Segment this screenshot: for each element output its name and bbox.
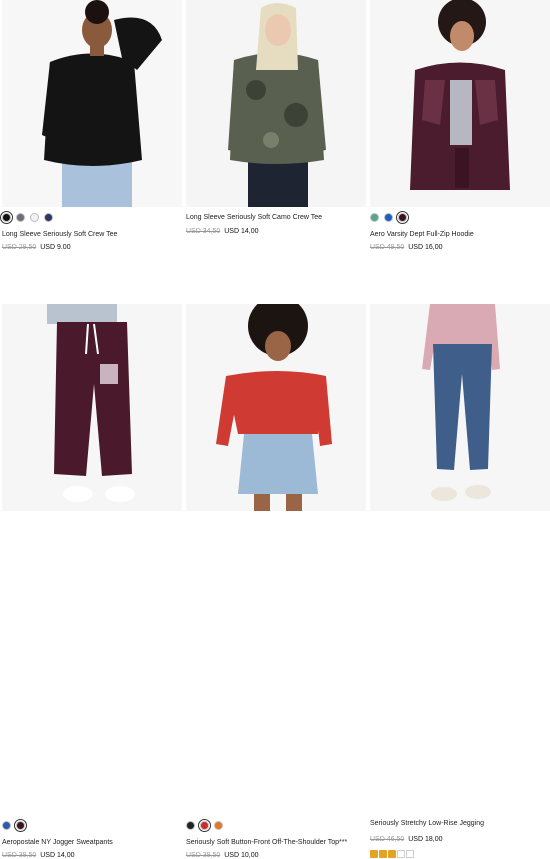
product-price: USD 39,50 USD 14,00 — [2, 852, 75, 859]
original-price: USD 46,50 — [370, 836, 405, 843]
product-image[interactable] — [370, 304, 550, 511]
product-price: USD 29,50 USD 9.00 — [2, 244, 71, 251]
product-price: USD 49,50 USD 16,00 — [370, 244, 443, 251]
star-filled-icon — [388, 850, 396, 858]
color-swatch[interactable] — [384, 213, 393, 222]
product-image[interactable] — [2, 304, 182, 511]
original-price: USD 29,50 — [2, 244, 37, 251]
color-swatch[interactable] — [214, 821, 223, 830]
star-empty-icon — [397, 850, 405, 858]
sale-price: USD 10,00 — [224, 852, 259, 859]
product-price: USD 39,50 USD 10,00 — [186, 852, 259, 859]
original-price: USD 39,50 — [2, 852, 37, 859]
original-price: USD 39,50 — [186, 852, 221, 859]
original-price: USD 34,50 — [186, 228, 221, 235]
color-swatch[interactable] — [398, 213, 407, 222]
color-swatches — [2, 821, 25, 830]
sale-price: USD 18,00 — [408, 836, 443, 843]
star-rating — [370, 850, 414, 858]
product-title[interactable]: Aeropostale NY Jogger Sweatpants — [2, 839, 113, 846]
product-price: USD 34,50 USD 14,00 — [186, 228, 259, 235]
color-swatch[interactable] — [200, 821, 209, 830]
star-empty-icon — [406, 850, 414, 858]
sale-price: USD 9.00 — [40, 244, 71, 251]
product-image[interactable] — [2, 0, 182, 207]
product-image[interactable] — [186, 304, 366, 511]
color-swatch[interactable] — [44, 213, 53, 222]
product-title[interactable]: Seriously Stretchy Low-Rise Jegging — [370, 820, 484, 827]
color-swatch[interactable] — [30, 213, 39, 222]
star-filled-icon — [370, 850, 378, 858]
color-swatch[interactable] — [2, 213, 11, 222]
color-swatch[interactable] — [16, 821, 25, 830]
product-price: USD 46,50 USD 18,00 — [370, 836, 443, 843]
original-price: USD 49,50 — [370, 244, 405, 251]
product-title[interactable]: Long Sleeve Seriously Soft Crew Tee — [2, 231, 117, 238]
product-image[interactable] — [370, 0, 550, 207]
sale-price: USD 16,00 — [408, 244, 443, 251]
product-title[interactable]: Long Sleeve Seriously Soft Camo Crew Tee — [186, 214, 322, 221]
sale-price: USD 14,00 — [224, 228, 259, 235]
product-image[interactable] — [186, 0, 366, 207]
star-filled-icon — [379, 850, 387, 858]
sale-price: USD 14,00 — [40, 852, 75, 859]
color-swatches — [2, 213, 53, 222]
color-swatches — [186, 821, 223, 830]
product-title[interactable]: Seriously Soft Button-Front Off-The-Shou… — [186, 839, 347, 846]
product-title[interactable]: Aero Varsity Dept Full-Zip Hoodie — [370, 231, 474, 238]
color-swatch[interactable] — [370, 213, 379, 222]
color-swatch[interactable] — [2, 821, 11, 830]
color-swatches — [370, 213, 407, 222]
color-swatch[interactable] — [186, 821, 195, 830]
color-swatch[interactable] — [16, 213, 25, 222]
